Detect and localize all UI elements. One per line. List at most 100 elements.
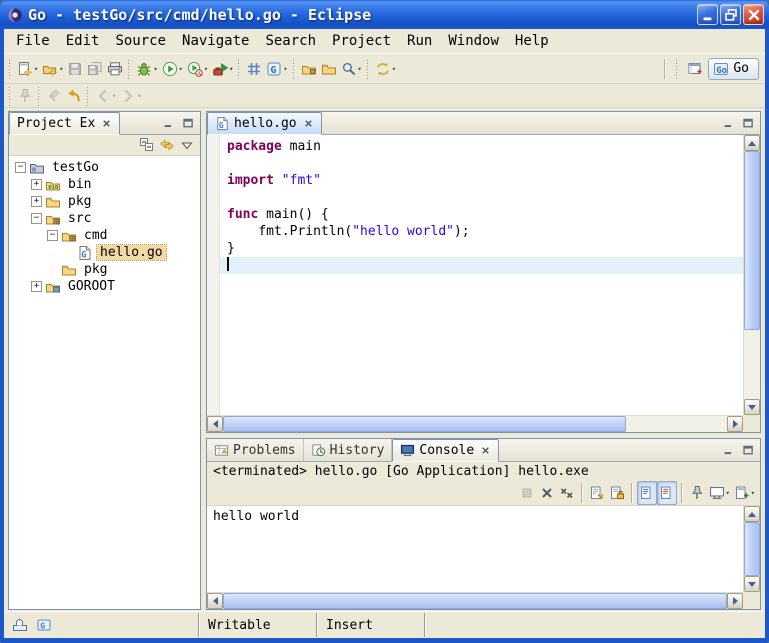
dropdown-arrow-icon[interactable]: ▾ <box>179 65 183 73</box>
minimize-console-button[interactable] <box>720 442 739 459</box>
scroll-left-button[interactable] <box>207 416 223 432</box>
editor-tab-hello-go[interactable]: G hello.go <box>207 112 322 135</box>
scrollbar-thumb[interactable] <box>744 522 760 576</box>
scrollbar-thumb[interactable] <box>223 593 727 609</box>
pin-console-button[interactable] <box>687 481 707 505</box>
tree-item-hello-go[interactable]: Ghello.go <box>9 244 200 261</box>
dropdown-arrow-icon[interactable]: ▾ <box>153 65 157 73</box>
view-menu-button[interactable] <box>177 135 197 155</box>
menu-navigate[interactable]: Navigate <box>174 31 257 51</box>
synchronize-button[interactable]: ▾ <box>373 57 398 81</box>
editor-tab-close-icon[interactable] <box>303 118 314 129</box>
link-with-editor-button[interactable] <box>157 135 177 155</box>
explorer-tab-close-icon[interactable] <box>101 118 112 129</box>
scroll-right-button[interactable] <box>727 416 743 432</box>
show-stdout-button[interactable] <box>637 481 657 505</box>
tree-item-src[interactable]: −src <box>9 210 200 227</box>
dropdown-arrow-icon[interactable]: ▾ <box>229 65 233 73</box>
heap-button[interactable]: G <box>34 613 54 637</box>
tab-problems[interactable]: Problems <box>207 439 304 461</box>
collapse-icon[interactable]: − <box>15 162 26 173</box>
collapse-icon[interactable]: − <box>47 230 58 241</box>
perspective-go-button[interactable]: Go Go <box>708 58 759 80</box>
clear-console-button[interactable] <box>587 481 607 505</box>
minimize-editor-button[interactable] <box>720 115 739 132</box>
code-content[interactable]: package mainimport "fmt"func main() { fm… <box>220 135 743 415</box>
dropdown-arrow-icon[interactable]: ▾ <box>112 92 116 100</box>
menu-search[interactable]: Search <box>257 31 324 51</box>
scroll-left-button[interactable] <box>207 593 223 609</box>
new-wizard-button[interactable]: ▾ <box>15 57 40 81</box>
scroll-down-button[interactable] <box>744 399 760 415</box>
expand-icon[interactable]: + <box>31 179 42 190</box>
maximize-view-button[interactable] <box>179 115 198 132</box>
tree-item-goroot[interactable]: +GOROOT <box>9 278 200 295</box>
go-element-button[interactable]: G▾ <box>264 57 289 81</box>
console-output[interactable]: hello world <box>207 506 743 592</box>
tab-close-icon[interactable] <box>480 445 491 456</box>
collapse-all-button[interactable] <box>137 135 157 155</box>
tree-item-testgo[interactable]: −testGo <box>9 159 200 176</box>
scroll-right-button[interactable] <box>727 593 743 609</box>
restore-button[interactable] <box>720 4 741 25</box>
dropdown-arrow-icon[interactable]: ▾ <box>358 65 362 73</box>
open-package-button[interactable] <box>299 57 319 81</box>
new-go-app-button[interactable] <box>244 57 264 81</box>
menu-help[interactable]: Help <box>507 31 557 51</box>
editor-vertical-scrollbar[interactable] <box>743 135 760 415</box>
tree-item-pkg[interactable]: pkg <box>9 261 200 278</box>
dropdown-arrow-icon[interactable]: ▾ <box>283 65 287 73</box>
show-stderr-button[interactable] <box>657 481 677 505</box>
display-console-button[interactable]: ▾ <box>707 481 732 505</box>
dropdown-arrow-icon[interactable]: ▾ <box>751 489 755 497</box>
collapse-icon[interactable]: − <box>31 213 42 224</box>
remove-all-terminated-button[interactable] <box>557 481 577 505</box>
tab-console[interactable]: Console <box>392 439 499 462</box>
minimize-view-button[interactable] <box>160 115 179 132</box>
scroll-up-button[interactable] <box>744 506 760 522</box>
console-vertical-scrollbar[interactable] <box>743 506 760 592</box>
menu-source[interactable]: Source <box>107 31 174 51</box>
scrollbar-thumb[interactable] <box>223 416 626 432</box>
scroll-lock-button[interactable] <box>607 481 627 505</box>
code-editor[interactable]: package mainimport "fmt"func main() { fm… <box>207 135 743 415</box>
open-perspective-button[interactable] <box>685 57 705 81</box>
external-tools-button[interactable]: ▾ <box>210 57 235 81</box>
menu-window[interactable]: Window <box>440 31 507 51</box>
open-resource-button[interactable] <box>319 57 339 81</box>
maximize-console-button[interactable] <box>739 442 758 459</box>
dropdown-arrow-icon[interactable]: ▾ <box>204 65 208 73</box>
dropdown-arrow-icon[interactable]: ▾ <box>59 65 63 73</box>
tab-project-explorer[interactable]: Project Ex <box>9 112 120 135</box>
minimize-button[interactable] <box>697 4 718 25</box>
debug-button[interactable]: ▾ <box>134 57 159 81</box>
dropdown-arrow-icon[interactable]: ▾ <box>392 65 396 73</box>
title-bar[interactable]: Go - testGo/src/cmd/hello.go - Eclipse <box>0 0 769 29</box>
close-button[interactable] <box>743 4 764 25</box>
scrollbar-thumb[interactable] <box>744 151 760 330</box>
menu-run[interactable]: Run <box>399 31 440 51</box>
console-horizontal-scrollbar[interactable] <box>207 592 743 609</box>
menu-file[interactable]: File <box>8 31 58 51</box>
scroll-down-button[interactable] <box>744 576 760 592</box>
run-button[interactable]: ▾ <box>160 57 185 81</box>
dropdown-arrow-icon[interactable]: ▾ <box>726 489 730 497</box>
run-last-button[interactable]: ▾ <box>185 57 210 81</box>
search-button[interactable]: ▾ <box>339 57 364 81</box>
back-to-last-edit-button[interactable] <box>64 85 84 106</box>
maximize-editor-button[interactable] <box>739 115 758 132</box>
expand-icon[interactable]: + <box>31 281 42 292</box>
dropdown-arrow-icon[interactable]: ▾ <box>34 65 38 73</box>
expand-icon[interactable]: + <box>31 196 42 207</box>
tab-history[interactable]: History <box>304 439 393 461</box>
tree-item-cmd[interactable]: −cmd <box>9 227 200 244</box>
tree-item-bin[interactable]: +010bin <box>9 176 200 193</box>
fast-view-button[interactable] <box>10 613 30 637</box>
print-button[interactable] <box>105 57 125 81</box>
remove-launch-button[interactable] <box>537 481 557 505</box>
scroll-up-button[interactable] <box>744 135 760 151</box>
editor-horizontal-scrollbar[interactable] <box>207 415 743 432</box>
menu-edit[interactable]: Edit <box>58 31 108 51</box>
dropdown-arrow-icon[interactable]: ▾ <box>137 92 141 100</box>
menu-project[interactable]: Project <box>324 31 399 51</box>
